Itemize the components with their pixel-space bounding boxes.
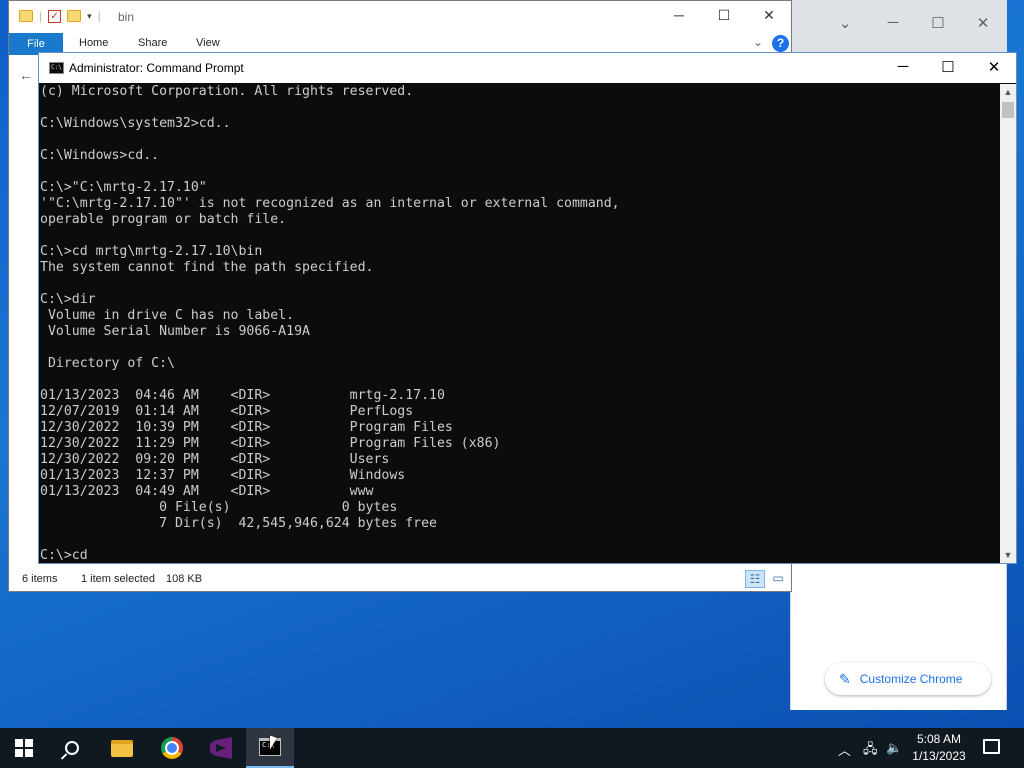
taskbar-clock[interactable]: 5:08 AM 1/13/2023 bbox=[907, 731, 971, 765]
scroll-up-arrow-icon[interactable]: ▲ bbox=[1000, 84, 1016, 100]
chrome-icon bbox=[161, 737, 183, 759]
toolbar-separator-2: | bbox=[97, 9, 101, 23]
customize-chrome-button[interactable]: ✎ Customize Chrome bbox=[825, 663, 991, 695]
chevron-up-icon[interactable]: ︿ bbox=[838, 740, 851, 759]
expand-ribbon-chevron-icon[interactable]: ⌄ bbox=[753, 35, 763, 49]
visual-studio-icon bbox=[210, 737, 232, 759]
minimize-icon[interactable]: ─ bbox=[667, 7, 691, 23]
status-size: 108 KB bbox=[166, 573, 203, 585]
volume-icon[interactable]: 🔈 bbox=[886, 740, 902, 756]
console-scrollbar[interactable]: ▲ ▼ bbox=[1000, 84, 1016, 563]
chevron-down-icon[interactable]: ⌄ bbox=[835, 14, 855, 32]
taskbar: C:\ ︿ 🖧 🔈 5:08 AM 1/13/2023 bbox=[0, 728, 1024, 768]
folder-icon bbox=[111, 739, 133, 757]
maximize-icon[interactable]: ☐ bbox=[928, 14, 948, 32]
status-item-count: 6 items bbox=[22, 573, 58, 585]
network-icon[interactable]: 🖧 bbox=[863, 740, 878, 762]
taskbar-file-explorer[interactable] bbox=[98, 728, 146, 768]
toolbar-separator: | bbox=[39, 9, 43, 23]
search-icon bbox=[65, 741, 79, 755]
tab-home[interactable]: Home bbox=[79, 37, 108, 49]
search-button[interactable] bbox=[48, 728, 96, 768]
pencil-icon: ✎ bbox=[839, 670, 851, 687]
close-icon[interactable]: ✕ bbox=[973, 14, 993, 32]
minimize-icon[interactable]: ─ bbox=[889, 58, 917, 75]
explorer-navigation-pane: ← bbox=[9, 55, 39, 565]
taskbar-visual-studio[interactable] bbox=[197, 728, 245, 768]
explorer-window-title: bin bbox=[118, 10, 135, 24]
properties-icon[interactable]: ✓ bbox=[48, 9, 62, 23]
command-prompt-window: C:\ Administrator: Command Prompt ─ ☐ ✕ … bbox=[38, 52, 1017, 564]
tab-share[interactable]: Share bbox=[138, 37, 167, 49]
status-selected: 1 item selected bbox=[81, 573, 155, 585]
windows-logo-icon bbox=[15, 739, 33, 757]
clock-time: 5:08 AM bbox=[916, 732, 962, 746]
console-text: (c) Microsoft Corporation. All rights re… bbox=[40, 84, 620, 563]
taskbar-chrome[interactable] bbox=[148, 728, 196, 768]
cmd-title-bar: C:\ Administrator: Command Prompt ─ ☐ ✕ bbox=[39, 53, 1016, 83]
maximize-icon[interactable]: ☐ bbox=[712, 7, 736, 24]
scroll-down-arrow-icon[interactable]: ▼ bbox=[1000, 547, 1016, 563]
chrome-title-bar: ⌄ ─ ☐ ✕ bbox=[791, 0, 1007, 52]
scrollbar-thumb[interactable] bbox=[1002, 102, 1014, 118]
explorer-status-bar: 6 items 1 item selected 108 KB ☷ ▭ bbox=[9, 567, 791, 591]
notification-center-icon[interactable] bbox=[983, 739, 1000, 754]
back-arrow-icon[interactable]: ← bbox=[19, 67, 33, 83]
explorer-title-bar: | ✓ ▾ | bin ─ ☐ ✕ bbox=[9, 1, 791, 33]
tab-view[interactable]: View bbox=[196, 37, 220, 49]
new-folder-icon[interactable] bbox=[67, 10, 82, 22]
close-icon[interactable]: ✕ bbox=[980, 58, 1008, 76]
console-output[interactable]: (c) Microsoft Corporation. All rights re… bbox=[40, 84, 1000, 563]
folder-icon bbox=[19, 10, 33, 22]
large-icons-view-icon[interactable]: ▭ bbox=[768, 570, 788, 588]
cmd-window-title: Administrator: Command Prompt bbox=[69, 61, 244, 75]
start-button[interactable] bbox=[0, 728, 48, 768]
customize-toolbar-chevron-icon[interactable]: ▾ bbox=[87, 11, 92, 22]
details-view-icon[interactable]: ☷ bbox=[745, 570, 765, 588]
customize-chrome-label: Customize Chrome bbox=[859, 672, 963, 686]
clock-date: 1/13/2023 bbox=[912, 749, 966, 763]
quick-access-toolbar: | ✓ ▾ | bbox=[19, 9, 101, 23]
minimize-icon[interactable]: ─ bbox=[883, 14, 903, 31]
maximize-icon[interactable]: ☐ bbox=[934, 58, 962, 76]
help-icon[interactable]: ? bbox=[772, 35, 789, 52]
command-prompt-icon: C:\ bbox=[49, 62, 64, 74]
close-icon[interactable]: ✕ bbox=[757, 7, 781, 24]
